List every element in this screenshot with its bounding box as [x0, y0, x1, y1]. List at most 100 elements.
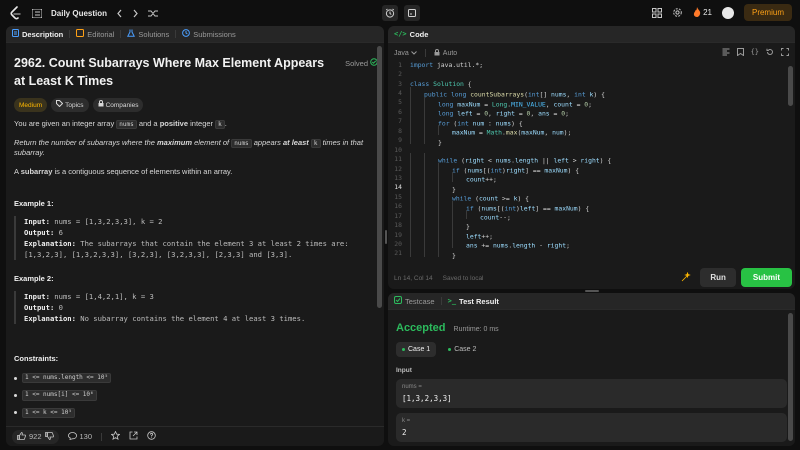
- explanation-label: Explanation:: [24, 239, 76, 249]
- code-line: 8 maxNum = Math.max(maxNum, num);: [388, 125, 795, 137]
- streak-count: 21: [703, 8, 712, 17]
- bookmark-icon[interactable]: [736, 48, 744, 58]
- line-number: 17: [394, 211, 402, 220]
- document-icon: [12, 29, 19, 39]
- horizontal-resize-handle[interactable]: [585, 290, 599, 292]
- topics-chip[interactable]: Topics: [51, 98, 89, 113]
- code-line: 2: [388, 69, 795, 78]
- input-heading: Input: [396, 367, 412, 374]
- tab-test-result[interactable]: >_ Test Result: [448, 297, 499, 306]
- code-editor[interactable]: 1 import java.util.*; 2 3 class Solution {…: [388, 60, 795, 265]
- run-button[interactable]: Run: [700, 268, 736, 287]
- tab-submissions-label: Submissions: [193, 29, 236, 39]
- input-value: [1,3,2,3,3]: [402, 394, 452, 403]
- submit-button[interactable]: Submit: [740, 268, 792, 287]
- tab-editorial[interactable]: Editorial: [76, 29, 114, 39]
- editor-status-bar: Ln 14, Col 14 Saved to local: [394, 270, 484, 286]
- cursor-position: Ln 14, Col 14: [394, 274, 433, 282]
- line-number: 19: [394, 230, 402, 239]
- fullscreen-icon[interactable]: [781, 48, 789, 58]
- constraints-title: Constraints:: [14, 354, 59, 364]
- premium-button[interactable]: Premium: [743, 4, 792, 21]
- ai-assist-icon[interactable]: [681, 271, 692, 284]
- reset-icon[interactable]: [766, 48, 774, 58]
- case-label: Case 2: [454, 346, 477, 353]
- result-scrollbar[interactable]: [788, 313, 793, 441]
- book-icon: [76, 29, 85, 39]
- line-number: 11: [394, 155, 402, 164]
- thumbs-down-icon[interactable]: [44, 431, 54, 442]
- case-1-tab[interactable]: Case 1: [396, 342, 437, 357]
- description-scrollbar[interactable]: [377, 46, 382, 308]
- footer-separator: [101, 432, 103, 441]
- tab-code[interactable]: </> Code: [394, 30, 428, 39]
- line-number: 15: [394, 192, 402, 201]
- constraint-item: 1 <= nums[i] <= 10⁶: [14, 390, 366, 401]
- code-text: import java.util.*;: [410, 60, 484, 69]
- tab-solutions[interactable]: Solutions: [127, 29, 169, 39]
- gear-icon[interactable]: [672, 7, 683, 18]
- problem-description: 2962. Count Subarrays Where Max Element …: [14, 54, 378, 425]
- code-scrollbar[interactable]: [788, 66, 793, 106]
- example-1-input: Input: nums = [1,3,2,3,3], k = 2: [24, 216, 366, 227]
- chevron-left-icon[interactable]: [116, 9, 123, 18]
- tab-description[interactable]: Description: [12, 29, 63, 39]
- tab-testcase[interactable]: Testcase: [394, 296, 435, 306]
- problem-list-icon[interactable]: [32, 8, 42, 18]
- line-number: 2: [398, 70, 402, 79]
- thumbs-up-icon[interactable]: [17, 431, 26, 442]
- auto-mode-toggle[interactable]: Auto: [434, 48, 457, 58]
- shuffle-icon[interactable]: [148, 9, 159, 18]
- case-2-tab[interactable]: Case 2: [442, 342, 482, 357]
- share-icon[interactable]: [129, 431, 138, 442]
- language-select[interactable]: Java: [394, 50, 417, 57]
- input-key: nums =: [402, 384, 422, 390]
- help-icon[interactable]: [147, 431, 156, 442]
- app-root: Daily Question 21 Premium Description Ed…: [0, 0, 800, 450]
- solved-label: Solved: [345, 58, 368, 68]
- format-lines-icon[interactable]: [722, 48, 730, 58]
- timer-button[interactable]: [382, 5, 398, 21]
- verdict: Accepted: [396, 322, 446, 334]
- avatar[interactable]: [721, 6, 734, 19]
- example-2-block: Input: nums = [1,4,2,1], k = 3 Output: 0…: [14, 290, 366, 325]
- star-icon[interactable]: [110, 430, 121, 442]
- code-text: }: [410, 134, 442, 146]
- chevron-right-icon[interactable]: [132, 9, 139, 18]
- streak-counter[interactable]: 21: [693, 6, 712, 19]
- result-body: Accepted Runtime: 0 ms Case 1 Case 2 Inp…: [388, 310, 795, 446]
- notes-button[interactable]: [404, 5, 420, 21]
- leetcode-logo-icon[interactable]: [8, 6, 22, 20]
- text-span: and a: [136, 119, 160, 129]
- line-number: 20: [394, 240, 402, 249]
- tab-separator: [175, 30, 177, 38]
- layout-grid-icon[interactable]: [652, 7, 663, 18]
- braces-icon[interactable]: {}: [751, 48, 759, 58]
- code-tab-bar: </> Code: [388, 26, 795, 43]
- comment-icon: [67, 431, 77, 442]
- problem-title[interactable]: 2962. Count Subarrays Where Max Element …: [14, 54, 366, 90]
- constraint-item: 1 <= k <= 10⁵: [14, 407, 366, 419]
- input-value: nums = [1,4,2,1], k = 3: [54, 291, 154, 301]
- tag-icon: [56, 100, 64, 110]
- line-number: 12: [394, 164, 402, 173]
- code-line: 9}: [388, 134, 795, 146]
- left-tab-bar: Description Editorial Solutions Submissi…: [6, 26, 384, 43]
- line-number: 5: [398, 98, 402, 107]
- constraint-code: 1 <= nums[i] <= 10⁶: [22, 390, 97, 401]
- language-label: Java: [394, 49, 409, 57]
- top-bar: Daily Question 21 Premium: [0, 0, 800, 26]
- line-number: 21: [394, 249, 402, 258]
- difficulty-badge[interactable]: Medium: [14, 98, 48, 113]
- result-panel: Testcase >_ Test Result Accepted Runtime:…: [388, 293, 795, 446]
- example-2-explanation: Explanation: No subarray contains the el…: [24, 313, 366, 324]
- daily-question-title[interactable]: Daily Question: [51, 9, 107, 18]
- terminal-icon: >_: [447, 297, 457, 305]
- tab-submissions[interactable]: Submissions: [182, 29, 236, 39]
- output-label: Output:: [24, 303, 55, 313]
- companies-chip[interactable]: Companies: [92, 98, 144, 113]
- comments-button[interactable]: 130: [67, 431, 92, 442]
- topics-label: Topics: [65, 101, 84, 109]
- vertical-resize-handle[interactable]: [385, 230, 387, 244]
- bullet: [14, 394, 17, 398]
